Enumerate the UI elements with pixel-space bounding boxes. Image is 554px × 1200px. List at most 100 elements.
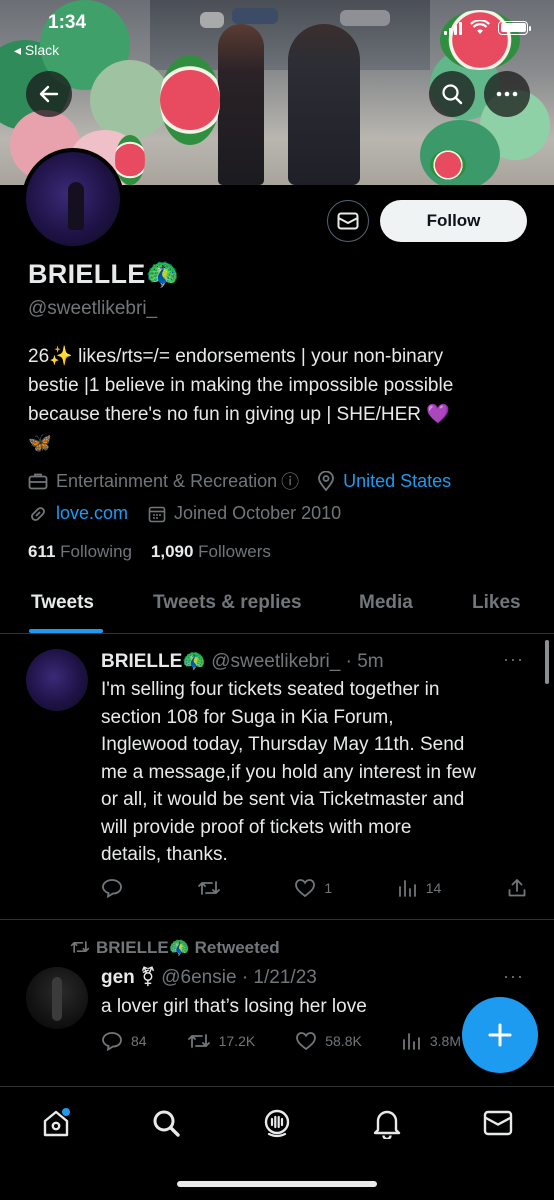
profile-category: Entertainment & Recreation <box>56 470 278 491</box>
retweeted-by-label[interactable]: BRIELLE🦚 Retweeted <box>96 938 280 957</box>
share-icon <box>508 879 526 897</box>
nav-home[interactable] <box>36 1103 76 1143</box>
status-icons <box>444 20 531 35</box>
bio-line: 🦋 <box>28 433 52 454</box>
bio-line: 26✨ likes/rts=/= endorsements | your non… <box>28 346 444 367</box>
following-link[interactable]: 611 Following <box>28 542 132 561</box>
tweet-author-handle: @sweetlikebri_ <box>211 651 341 672</box>
retweet-icon <box>70 941 90 953</box>
reply-icon <box>102 1032 122 1051</box>
home-icon <box>43 1108 70 1137</box>
search-button[interactable] <box>429 71 475 117</box>
bio-line: because there's no fun in giving up | SH… <box>28 404 450 425</box>
balloon <box>90 60 170 140</box>
tweet-text-line: Inglewood today, Thursday May 11th. Send <box>101 734 465 755</box>
heart-icon <box>295 879 316 898</box>
info-icon[interactable]: ⓘ <box>281 468 299 494</box>
followers-count: 1,090 <box>150 542 194 561</box>
bio-line: bestie |1 believe in making the impossib… <box>28 375 454 396</box>
tweet-author-name[interactable]: BRIELLE🦚 <box>101 651 206 672</box>
following-count: 611 <box>28 542 56 561</box>
follow-counts: 611 Following 1,090 Followers <box>28 542 271 562</box>
views-button[interactable]: 14 <box>398 879 442 897</box>
back-to-app-link[interactable]: ◂ Slack <box>14 42 59 59</box>
reply-button[interactable]: 84 <box>101 1031 147 1051</box>
profile-bio: 26✨ likes/rts=/= endorsements | your non… <box>28 342 528 458</box>
tab-likes[interactable]: Likes <box>472 592 521 614</box>
cellular-signal-icon <box>444 21 462 35</box>
retweet-icon <box>187 1034 210 1048</box>
bell-icon <box>373 1110 401 1139</box>
tweet-text-line: I'm selling four tickets seated together… <box>101 679 440 700</box>
share-button[interactable] <box>507 878 527 898</box>
profile-meta-row: Entertainment & Recreation ⓘ United Stat… <box>28 468 451 494</box>
spaces-icon <box>264 1109 290 1138</box>
tweet-item[interactable]: BRIELLE🦚 @sweetlikebri_ · 5m ··· I'm sel… <box>0 635 554 920</box>
compose-tweet-button[interactable] <box>462 997 538 1073</box>
avatar-figure <box>52 977 62 1021</box>
views-button[interactable]: 3.8M <box>402 1032 461 1050</box>
tweet-text-line: will provide proof of tickets with more <box>101 816 412 838</box>
profile-joined-date: Joined October 2010 <box>174 503 342 523</box>
retweet-count: 17.2K <box>218 1033 256 1049</box>
tweet-author-avatar[interactable] <box>26 649 88 711</box>
profile-handle: @sweetlikebri_ <box>28 298 158 319</box>
home-indicator[interactable] <box>177 1181 377 1187</box>
tweet-author-name[interactable]: gen ⚧ <box>101 967 156 988</box>
link-icon <box>31 506 45 521</box>
more-horizontal-icon <box>496 91 518 97</box>
profile-name: BRIELLE🦚 <box>28 259 180 289</box>
briefcase-icon <box>28 473 48 490</box>
followers-link[interactable]: 1,090 Followers <box>151 542 271 561</box>
following-label: Following <box>60 542 132 561</box>
status-bar: 1:34 ◂ Slack <box>0 0 554 60</box>
active-tab-indicator <box>29 629 103 633</box>
tab-tweets[interactable]: Tweets <box>31 592 94 614</box>
envelope-icon <box>337 212 359 230</box>
tweet-text: I'm selling four tickets seated together… <box>101 676 531 869</box>
tweet-actions: 1 14 <box>101 878 527 898</box>
back-button[interactable] <box>26 71 72 117</box>
nav-notifications[interactable] <box>367 1103 407 1143</box>
heart-icon <box>296 1032 317 1051</box>
wifi-icon <box>470 20 490 34</box>
profile-website-link[interactable]: love.com <box>56 503 128 524</box>
clock: 1:34 <box>48 12 87 33</box>
search-icon <box>442 84 463 105</box>
tweet-text-line: or all, it would be sent via Ticketmaste… <box>101 789 465 810</box>
search-icon <box>153 1110 180 1137</box>
retweet-button[interactable] <box>197 879 229 897</box>
nav-spaces[interactable] <box>257 1103 297 1143</box>
tab-media[interactable]: Media <box>359 592 413 614</box>
profile-location: United States <box>343 470 452 491</box>
tweet-author-avatar[interactable] <box>26 967 88 1029</box>
tweet-time: · 1/21/23 <box>241 967 317 988</box>
profile-meta-row-2: love.com Joined October 2010 <box>28 503 341 524</box>
retweet-context: BRIELLE🦚 Retweeted <box>70 938 280 958</box>
views-chart-icon <box>398 880 416 897</box>
like-button[interactable]: 1 <box>294 878 332 898</box>
nav-search[interactable] <box>146 1103 186 1143</box>
avatar-figure <box>68 182 84 230</box>
envelope-icon <box>483 1110 513 1136</box>
more-options-button[interactable] <box>484 71 530 117</box>
views-chart-icon <box>402 1033 420 1050</box>
profile-avatar[interactable] <box>22 148 124 250</box>
like-button[interactable]: 58.8K <box>295 1031 362 1051</box>
reply-button[interactable] <box>101 878 131 898</box>
tab-tweets-and-replies[interactable]: Tweets & replies <box>153 592 302 614</box>
retweet-icon <box>197 881 220 895</box>
tweet-more-icon[interactable]: ··· <box>503 649 524 670</box>
tweet-text-line: me a message,if you hold any interest in… <box>101 761 476 783</box>
reply-icon <box>102 879 122 898</box>
nav-messages[interactable] <box>478 1103 518 1143</box>
tweet-time: · 5m <box>345 651 384 672</box>
message-button[interactable] <box>327 200 369 242</box>
tweet-more-icon[interactable]: ··· <box>503 966 524 987</box>
view-count: 14 <box>425 880 442 896</box>
view-count: 3.8M <box>429 1033 461 1049</box>
retweet-button[interactable]: 17.2K <box>187 1032 256 1050</box>
follow-button[interactable]: Follow <box>380 200 527 242</box>
reply-count: 84 <box>131 1033 147 1049</box>
profile-tabs: Tweets Tweets & replies Media Likes <box>0 582 554 634</box>
